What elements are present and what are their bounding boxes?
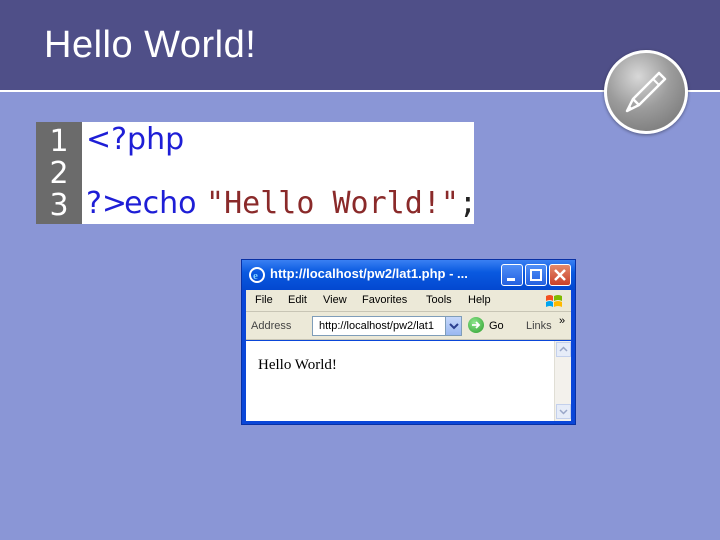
go-label[interactable]: Go	[489, 320, 504, 332]
windows-logo-icon	[546, 295, 562, 307]
chevron-down-icon	[449, 323, 459, 330]
browser-window: e http://localhost/pw2/lat1.php - ... Fi…	[241, 259, 576, 425]
links-label[interactable]: Links	[526, 320, 552, 332]
close-button[interactable]	[549, 264, 571, 286]
code-line-3: ?>	[86, 186, 128, 221]
menu-favorites[interactable]: Favorites	[362, 294, 407, 306]
menu-help[interactable]: Help	[468, 294, 491, 306]
svg-text:e: e	[253, 270, 258, 282]
line-number-gutter: 1 2 3	[36, 122, 82, 224]
go-arrow-icon	[472, 321, 481, 329]
address-bar: Address http://localhost/pw2/lat1 Go Lin…	[246, 312, 571, 340]
vertical-scrollbar[interactable]	[554, 341, 571, 421]
window-title: http://localhost/pw2/lat1.php - ...	[270, 266, 468, 281]
code-string: "Hello World!"	[206, 186, 459, 221]
address-label: Address	[251, 320, 292, 332]
menu-view[interactable]: View	[323, 294, 347, 306]
menu-file[interactable]: File	[255, 294, 273, 306]
links-chevron-icon[interactable]: »	[559, 315, 565, 327]
pen-badge	[604, 50, 688, 134]
close-icon	[554, 269, 566, 281]
code-line-1: <?php	[86, 122, 185, 157]
line-number: 1	[49, 124, 69, 159]
code-keyword: echo	[124, 186, 197, 221]
menu-bar: File Edit View Favorites Tools Help	[246, 290, 571, 312]
menu-edit[interactable]: Edit	[288, 294, 307, 306]
address-dropdown-button[interactable]	[445, 317, 461, 335]
minimize-icon	[507, 278, 515, 281]
maximize-icon	[530, 269, 542, 281]
internet-explorer-icon: e	[249, 267, 265, 283]
page-text: Hello World!	[258, 357, 337, 373]
page-content: Hello World!	[246, 341, 571, 421]
maximize-button[interactable]	[525, 264, 547, 286]
window-title-bar[interactable]: e http://localhost/pw2/lat1.php - ...	[242, 260, 575, 290]
code-semicolon: ;	[458, 186, 477, 221]
line-number: 3	[49, 188, 69, 223]
address-input[interactable]: http://localhost/pw2/lat1	[312, 316, 462, 336]
menu-tools[interactable]: Tools	[426, 294, 452, 306]
chevron-down-icon	[559, 409, 568, 415]
chevron-up-icon	[559, 346, 568, 352]
scroll-up-button[interactable]	[556, 342, 571, 357]
pen-icon	[625, 71, 667, 113]
slide-title: Hello World!	[44, 24, 257, 66]
code-snippet: 1 2 3 <?php echo "Hello World!"; ?>	[36, 122, 477, 224]
code-line-2: echo "Hello World!";	[86, 156, 477, 252]
line-number: 2	[49, 156, 69, 191]
scroll-down-button[interactable]	[556, 404, 571, 419]
address-value: http://localhost/pw2/lat1	[319, 320, 434, 332]
go-button[interactable]	[468, 317, 484, 333]
minimize-button[interactable]	[501, 264, 523, 286]
